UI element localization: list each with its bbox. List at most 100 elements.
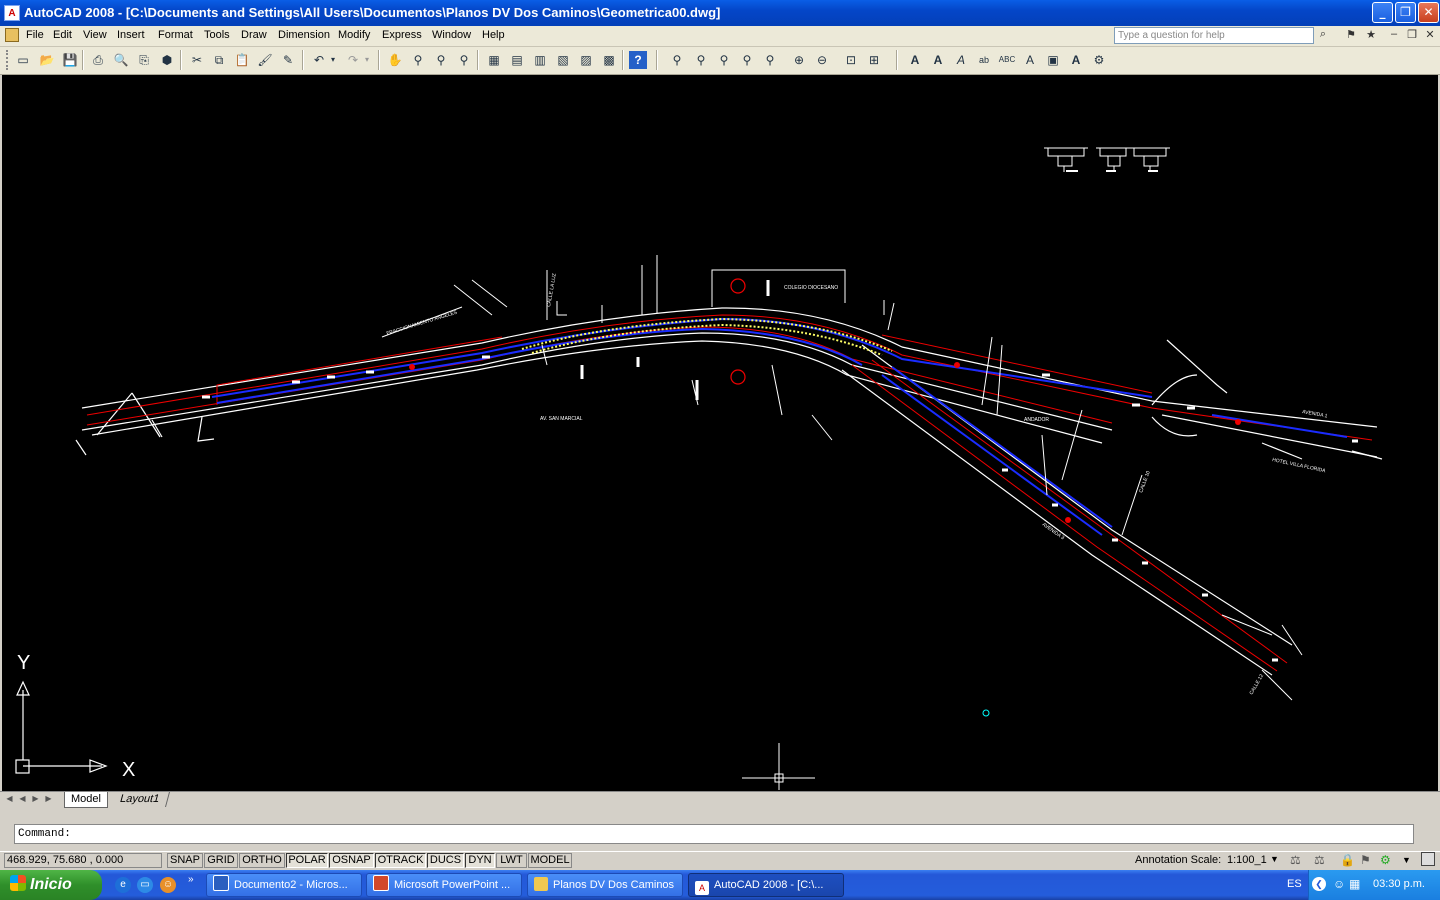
zoom-all-icon[interactable]: ⊡	[842, 51, 860, 69]
pan-icon[interactable]: ✋	[386, 51, 404, 69]
clean-screen-icon[interactable]	[1421, 852, 1435, 866]
grid-toggle[interactable]: GRID	[204, 853, 238, 868]
menu-file[interactable]: File	[26, 29, 44, 41]
snap-toggle[interactable]: SNAP	[167, 853, 203, 868]
close-button[interactable]: ✕	[1418, 2, 1439, 23]
menu-tools[interactable]: Tools	[204, 29, 230, 41]
undo-dropdown-icon[interactable]: ▾	[328, 51, 338, 69]
doc-restore-button[interactable]: ❐	[1406, 28, 1418, 41]
cut-icon[interactable]: ✂	[188, 51, 206, 69]
properties-icon[interactable]: ▦	[485, 51, 503, 69]
zoom-out-minus-icon[interactable]: ⊖	[813, 51, 831, 69]
annotation-scale-value[interactable]: 1:100_1	[1227, 854, 1267, 866]
zoom-dynamic-icon[interactable]: ⚲	[692, 51, 710, 69]
toolbar-grip[interactable]	[6, 50, 11, 70]
menu-format[interactable]: Format	[158, 29, 193, 41]
show-desktop-icon[interactable]: ▭	[137, 877, 153, 893]
search-icon[interactable]: ⌕	[1316, 28, 1330, 41]
redo-icon[interactable]: ↷	[344, 51, 362, 69]
3d-publish-icon[interactable]: ⬢	[158, 51, 176, 69]
zoom-scale-icon[interactable]: ⚲	[715, 51, 733, 69]
autocad-icon[interactable]: A	[4, 5, 20, 21]
justify-text-icon[interactable]: ▣	[1044, 51, 1062, 69]
zoom-center-icon[interactable]: ⚲	[738, 51, 756, 69]
messenger-tray-icon[interactable]: ☺	[1333, 877, 1345, 891]
help-icon[interactable]: ?	[629, 51, 647, 69]
ie-icon[interactable]: e	[115, 877, 131, 893]
task-autocad[interactable]: A AutoCAD 2008 - [C:\...	[688, 873, 844, 897]
menu-express[interactable]: Express	[382, 29, 422, 41]
last-tab-icon[interactable]: ▶	[43, 793, 54, 805]
scale-text-icon[interactable]: A	[1021, 51, 1039, 69]
multiline-text-icon[interactable]: A	[906, 51, 924, 69]
publish-icon[interactable]: ⎘	[135, 51, 153, 69]
auto-scale-icon[interactable]: ⚖	[1314, 853, 1325, 867]
menu-edit[interactable]: Edit	[53, 29, 72, 41]
save-icon[interactable]: 💾	[61, 51, 79, 69]
dyn-toggle[interactable]: DYN	[465, 853, 495, 868]
calculator-icon[interactable]: ▩	[600, 51, 618, 69]
polar-toggle[interactable]: POLAR	[286, 853, 328, 868]
spell-check-icon[interactable]: ABC	[998, 51, 1016, 69]
next-tab-icon[interactable]: ▶	[30, 793, 41, 805]
toolbar-lock-icon[interactable]: 🔒	[1340, 853, 1355, 867]
menu-draw[interactable]: Draw	[241, 29, 267, 41]
menu-window[interactable]: Window	[432, 29, 471, 41]
block-editor-icon[interactable]: ✎	[279, 51, 297, 69]
title-bar[interactable]: A AutoCAD 2008 - [C:\Documents and Setti…	[0, 0, 1440, 26]
menu-modify[interactable]: Modify	[338, 29, 370, 41]
design-center-icon[interactable]: ▤	[508, 51, 526, 69]
plot-preview-icon[interactable]: 🔍	[112, 51, 130, 69]
favorites-icon[interactable]: ★	[1364, 28, 1378, 41]
task-folder[interactable]: Planos DV Dos Caminos	[527, 873, 683, 897]
paste-icon[interactable]: 📋	[233, 51, 251, 69]
otrack-toggle[interactable]: OTRACK	[375, 853, 426, 868]
match-properties-icon[interactable]: 🖌	[256, 51, 274, 69]
convert-text-icon[interactable]: A	[1067, 51, 1085, 69]
quicklaunch-expand-icon[interactable]: »	[188, 874, 194, 885]
osnap-toggle[interactable]: OSNAP	[329, 853, 374, 868]
markup-icon[interactable]: ▨	[577, 51, 595, 69]
minimize-button[interactable]: _	[1372, 2, 1393, 23]
drawing-canvas[interactable]: AV. SAN MARCIAL CALLE LA LUZ COLEGIO DIO…	[2, 75, 1438, 791]
annotation-scale-dropdown-icon[interactable]: ▼	[1270, 854, 1279, 864]
messenger-icon[interactable]: ☺	[160, 877, 176, 893]
doc-minimize-button[interactable]: –	[1388, 28, 1400, 40]
language-indicator[interactable]: ES	[1287, 878, 1302, 890]
tab-model[interactable]: Model	[64, 792, 108, 808]
zoom-previous-icon[interactable]: ⚲	[455, 51, 473, 69]
first-tab-icon[interactable]: ◀	[4, 793, 15, 805]
text-style-icon[interactable]: ⚙	[1090, 51, 1108, 69]
status-tray-icon[interactable]: ⚙	[1380, 853, 1391, 867]
ducs-toggle[interactable]: DUCS	[427, 853, 464, 868]
menu-help[interactable]: Help	[482, 29, 505, 41]
text-icon[interactable]: A	[929, 51, 947, 69]
communication-icon[interactable]: ⚑	[1360, 853, 1371, 867]
task-word[interactable]: Documento2 - Micros...	[206, 873, 362, 897]
edit-text-icon[interactable]: A	[952, 51, 970, 69]
tool-palettes-icon[interactable]: ▥	[531, 51, 549, 69]
ortho-toggle[interactable]: ORTHO	[239, 853, 285, 868]
clock[interactable]: 03:30 p.m.	[1373, 878, 1425, 890]
document-icon[interactable]	[5, 28, 19, 42]
zoom-extents-icon[interactable]: ⊞	[865, 51, 883, 69]
task-powerpoint[interactable]: Microsoft PowerPoint ...	[366, 873, 522, 897]
network-tray-icon[interactable]: ▦	[1349, 877, 1360, 891]
plot-icon[interactable]: ⎙	[89, 51, 107, 69]
new-icon[interactable]: ▭	[14, 51, 32, 69]
status-menu-arrow-icon[interactable]: ▼	[1402, 855, 1411, 865]
sheet-set-icon[interactable]: ▧	[554, 51, 572, 69]
drawing-svg[interactable]: AV. SAN MARCIAL CALLE LA LUZ COLEGIO DIO…	[2, 75, 1438, 791]
zoom-realtime-icon[interactable]: ⚲	[409, 51, 427, 69]
annotation-visibility-icon[interactable]: ⚖	[1290, 853, 1301, 867]
open-icon[interactable]: 📂	[38, 51, 56, 69]
command-line-input[interactable]: Command:	[14, 824, 1414, 844]
prev-tab-icon[interactable]: ◀	[17, 793, 28, 805]
tab-layout1[interactable]: Layout1	[109, 792, 171, 807]
start-button[interactable]: Inicio	[0, 870, 102, 900]
doc-close-button[interactable]: ✕	[1424, 28, 1436, 41]
model-toggle[interactable]: MODEL	[528, 853, 572, 868]
communication-center-icon[interactable]: ⚑	[1344, 28, 1358, 41]
menu-dimension[interactable]: Dimension	[278, 29, 330, 41]
restore-button[interactable]: ❐	[1395, 2, 1416, 23]
